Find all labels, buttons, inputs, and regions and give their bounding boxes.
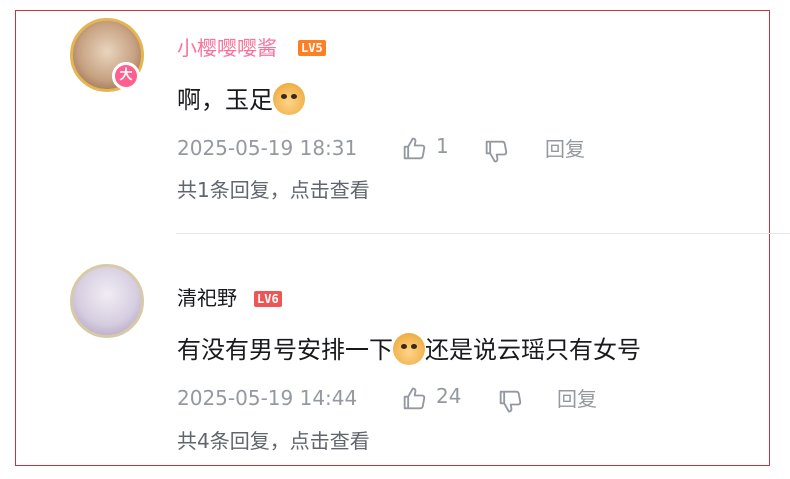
comment-text: 有没有男号安排一下 还是说云瑶只有女号 (177, 333, 641, 367)
level-badge: LV6 (254, 291, 282, 307)
thumbs-up-icon[interactable] (400, 385, 428, 413)
like-count: 1 (436, 134, 449, 158)
thumbs-down-icon[interactable] (496, 387, 524, 415)
thumbs-down-icon[interactable] (482, 137, 510, 165)
comment-divider (176, 233, 790, 234)
comment-text-before: 有没有男号安排一下 (177, 336, 393, 364)
thumbs-up-icon[interactable] (400, 135, 428, 163)
comment-text-after: 还是说云瑶只有女号 (425, 336, 641, 364)
view-replies-link[interactable]: 共1条回复，点击查看 (177, 178, 370, 202)
doge-emoji-icon (393, 333, 425, 365)
level-badge: LV5 (298, 40, 326, 56)
comment-timestamp: 2025-05-19 18:31 (177, 136, 358, 160)
reply-button[interactable]: 回复 (545, 137, 585, 161)
username[interactable]: 清祀野 (177, 286, 237, 310)
comment-text: 啊，玉足 (177, 83, 305, 117)
like-count: 24 (436, 384, 462, 408)
avatar-badge: 大 (112, 62, 140, 90)
user-avatar[interactable] (70, 264, 144, 338)
comment-text-body: 啊，玉足 (177, 86, 273, 114)
view-replies-link[interactable]: 共4条回复，点击查看 (177, 429, 370, 453)
username[interactable]: 小樱嘤嘤酱 (177, 36, 277, 60)
comment-timestamp: 2025-05-19 14:44 (177, 386, 358, 410)
reply-button[interactable]: 回复 (557, 387, 597, 411)
doge-emoji-icon (273, 83, 305, 115)
